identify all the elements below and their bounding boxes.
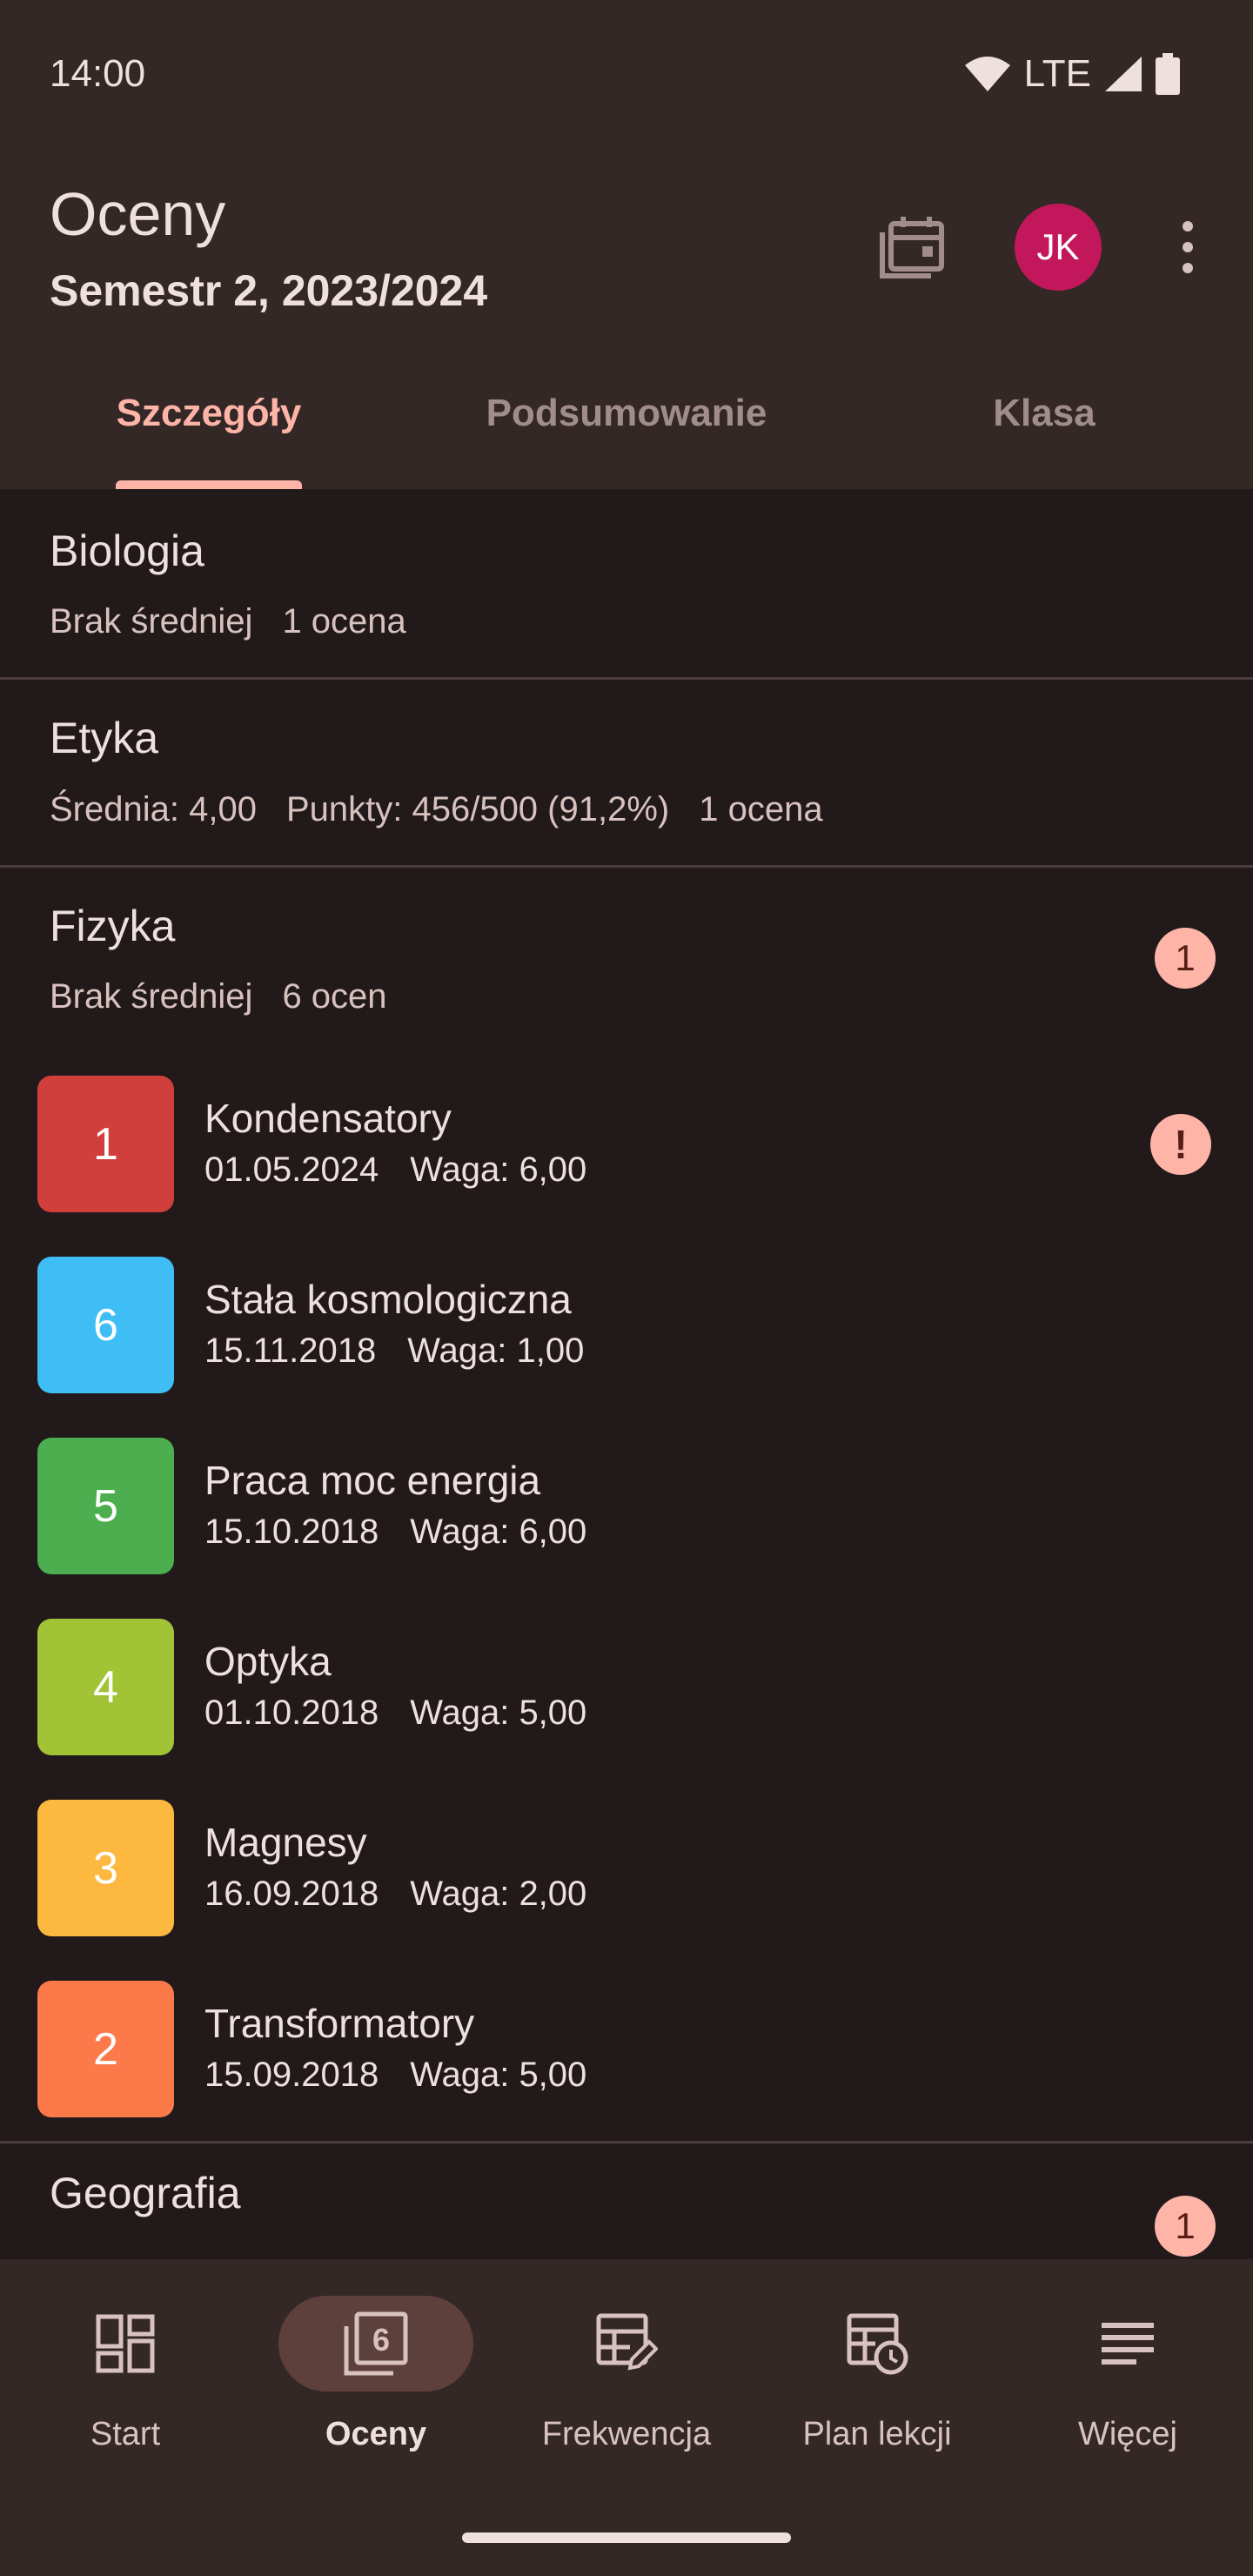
nav-start[interactable]: Start: [0, 2296, 251, 2470]
battery-icon: [1156, 53, 1180, 95]
grade-meta: 15.11.2018 Waga: 1,00: [204, 1332, 615, 1371]
new-grades-badge: 1: [1155, 2196, 1216, 2257]
status-icons: LTE: [963, 52, 1180, 96]
grade-date: 01.05.2024: [204, 1150, 379, 1189]
dashboard-icon: [90, 2309, 160, 2378]
more-menu-icon: [1093, 2309, 1163, 2378]
grade-item[interactable]: 1 Kondensatory 01.05.2024 Waga: 6,00 !: [0, 1076, 1253, 1257]
tab-podsumowanie[interactable]: Podsumowanie: [418, 392, 835, 435]
nav-wiecej[interactable]: Więcej: [1002, 2296, 1253, 2470]
subject-row[interactable]: Geografia 1: [0, 2143, 1253, 2259]
grade-date: 16.09.2018: [204, 1875, 379, 1913]
bottom-navigation: Start 6 Oceny Frekwencja Plan lekcji Wię…: [0, 2259, 1253, 2576]
new-grades-badge: 1: [1155, 928, 1216, 989]
subject-name: Fizyka: [50, 902, 176, 950]
subject-average: Brak średniej: [50, 977, 253, 1016]
grade-title: Stała kosmologiczna: [204, 1277, 572, 1322]
nav-label: Plan lekcji: [802, 2416, 952, 2452]
grade-meta: 15.10.2018 Waga: 6,00: [204, 1513, 618, 1552]
grade-meta: 16.09.2018 Waga: 2,00: [204, 1875, 618, 1914]
tab-klasa[interactable]: Klasa: [835, 392, 1253, 435]
network-type: LTE: [1023, 52, 1091, 95]
nav-frekwencja[interactable]: Frekwencja: [501, 2296, 752, 2470]
nav-plan-lekcji[interactable]: Plan lekcji: [752, 2296, 1002, 2470]
more-vert-icon: [1183, 221, 1193, 231]
timetable-icon: [842, 2309, 912, 2378]
grade-value: 4: [37, 1619, 174, 1755]
grade-title: Magnesy: [204, 1820, 367, 1865]
subject-average: Średnia: 4,00: [50, 790, 257, 828]
grade-item[interactable]: 2 Transformatory 15.09.2018 Waga: 5,00: [0, 1981, 1253, 2162]
subject-name: Biologia: [50, 527, 204, 575]
grade-item[interactable]: 3 Magnesy 16.09.2018 Waga: 2,00: [0, 1800, 1253, 1981]
grade-value: 6: [37, 1257, 174, 1393]
grade-title: Praca moc energia: [204, 1458, 541, 1503]
home-indicator[interactable]: [462, 2532, 791, 2543]
grade-weight: Waga: 2,00: [410, 1875, 587, 1913]
grade-weight: Waga: 5,00: [410, 1694, 587, 1732]
grade-weight: Waga: 6,00: [410, 1513, 587, 1551]
grades-icon-digit: 6: [372, 2322, 390, 2358]
grade-weight: Waga: 1,00: [407, 1332, 585, 1370]
grade-date: 15.10.2018: [204, 1513, 379, 1551]
cell-signal-icon: [1105, 57, 1142, 91]
page-title: Oceny: [50, 180, 226, 248]
grade-weight: Waga: 6,00: [410, 1150, 587, 1189]
calendar-icon: [880, 217, 944, 278]
grade-value: 3: [37, 1800, 174, 1936]
subject-name: Geografia: [50, 2169, 241, 2217]
tab-szczegoly[interactable]: Szczegóły: [0, 392, 418, 435]
nav-label: Frekwencja: [541, 2416, 712, 2452]
grade-title: Transformatory: [204, 2001, 475, 2046]
nav-label: Start: [90, 2416, 161, 2452]
grade-date: 01.10.2018: [204, 1694, 379, 1732]
subject-grade-count: 6 ocen: [282, 977, 387, 1016]
subject-row-expanded[interactable]: Fizyka Brak średniej 6 ocen 1: [0, 868, 1253, 1050]
subject-row[interactable]: Etyka Średnia: 4,00 Punkty: 456/500 (91,2…: [0, 680, 1253, 865]
grade-meta: 01.10.2018 Waga: 5,00: [204, 1694, 618, 1733]
grade-meta: 01.05.2024 Waga: 6,00: [204, 1150, 618, 1190]
subject-row[interactable]: Biologia Brak średniej 1 ocena: [0, 489, 1253, 677]
avatar[interactable]: JK: [1015, 204, 1102, 291]
nav-oceny[interactable]: 6 Oceny: [251, 2296, 501, 2470]
status-bar: 14:00 LTE: [0, 0, 1253, 148]
tab-bar: Szczegóły Podsumowanie Klasa: [0, 366, 1253, 489]
nav-label: Więcej: [1077, 2416, 1178, 2452]
grades-list: Biologia Brak średniej 1 ocena Etyka Śred…: [0, 489, 1253, 2259]
grade-date: 15.09.2018: [204, 2056, 379, 2094]
wifi-icon: [964, 57, 1010, 91]
semester-selector[interactable]: Semestr 2, 2023/2024: [50, 265, 487, 316]
more-options-button[interactable]: [1166, 207, 1209, 287]
grade-value: 2: [37, 1981, 174, 2117]
grade-date: 15.11.2018: [204, 1332, 377, 1370]
subject-grade-count: 1 ocena: [699, 790, 823, 828]
subject-grade-count: 1 ocena: [282, 602, 406, 641]
grade-value: 5: [37, 1438, 174, 1574]
subject-meta: Brak średniej 6 ocen: [50, 977, 417, 1016]
grade-title: Optyka: [204, 1639, 332, 1684]
grade-meta: 15.09.2018 Waga: 5,00: [204, 2056, 618, 2095]
subject-points: Punkty: 456/500 (91,2%): [285, 790, 670, 828]
attendance-icon: [592, 2309, 661, 2378]
grade-item[interactable]: 6 Stała kosmologiczna 15.11.2018 Waga: 1,…: [0, 1257, 1253, 1438]
subject-name: Etyka: [50, 714, 159, 762]
grade-item[interactable]: 5 Praca moc energia 15.10.2018 Waga: 6,00: [0, 1438, 1253, 1619]
top-app-bar: 14:00 LTE Oceny Semestr 2, 2023/2024 JK …: [0, 0, 1253, 489]
new-grade-alert-icon: !: [1150, 1114, 1211, 1175]
subject-average: Brak średniej: [50, 602, 253, 641]
grade-item[interactable]: 4 Optyka 01.10.2018 Waga: 5,00: [0, 1619, 1253, 1800]
nav-label: Oceny: [325, 2416, 427, 2452]
tab-indicator: [116, 480, 302, 489]
calendar-button[interactable]: [870, 205, 954, 288]
subject-meta: Brak średniej 1 ocena: [50, 602, 436, 641]
status-time: 14:00: [50, 52, 146, 95]
grade-value: 1: [37, 1076, 174, 1212]
grade-title: Kondensatory: [204, 1096, 452, 1141]
subject-meta: Średnia: 4,00 Punkty: 456/500 (91,2%) 1 oc…: [50, 790, 853, 829]
grade-weight: Waga: 5,00: [410, 2056, 587, 2094]
grades-icon: 6: [341, 2309, 411, 2378]
